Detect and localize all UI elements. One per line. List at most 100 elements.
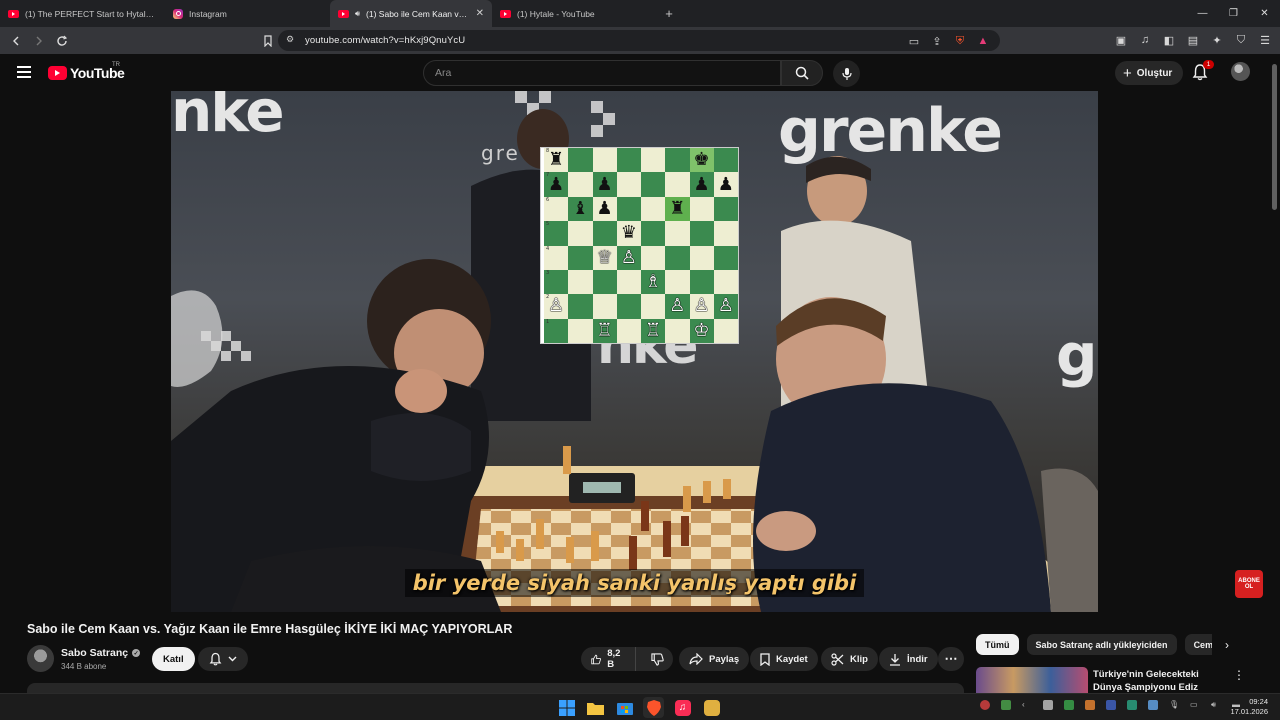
bookmark-icon[interactable] xyxy=(258,31,278,51)
tray-app-icon[interactable] xyxy=(1001,700,1011,710)
black-piece: ♚ xyxy=(693,149,710,171)
subtitle-text: bir yerde siyah sanki yanlış yaptı gibi xyxy=(404,569,865,597)
menu-icon[interactable]: ☰ xyxy=(1258,33,1272,47)
tray-app-icon[interactable] xyxy=(1064,700,1074,710)
tab-instagram[interactable]: Instagram xyxy=(165,0,330,27)
restore-icon[interactable]: ❐ xyxy=(1218,0,1249,27)
recommended-thumbnail[interactable] xyxy=(976,667,1088,693)
back-icon[interactable] xyxy=(6,31,26,51)
board-square-c3 xyxy=(592,269,617,295)
tray-app-icon[interactable] xyxy=(1106,700,1116,710)
chip-related[interactable]: Cem Kaan xyxy=(1184,634,1212,655)
reload-icon[interactable] xyxy=(52,31,72,51)
cast-icon[interactable]: ▭ xyxy=(907,34,921,48)
board-square-c1: ♖ xyxy=(592,318,617,343)
volume-icon[interactable]: 🔊︎ xyxy=(1211,700,1221,710)
create-button[interactable]: + Oluştur xyxy=(1115,61,1184,85)
clip-button[interactable]: Klip xyxy=(821,647,878,671)
sidebar-icon[interactable]: ◧ xyxy=(1162,33,1176,47)
share-page-icon[interactable]: ⇪ xyxy=(930,34,944,48)
download-label: İndir xyxy=(907,653,928,665)
chip-all[interactable]: Tümü xyxy=(976,634,1019,655)
apple-music-icon[interactable]: ♫ xyxy=(672,697,693,718)
forward-icon[interactable] xyxy=(29,31,49,51)
share-label: Paylaş xyxy=(709,653,740,665)
save-button[interactable]: Kaydet xyxy=(750,647,818,671)
site-info-icon[interactable]: ⚙ xyxy=(286,34,294,45)
speaker-icon[interactable]: 🔊︎ xyxy=(355,9,360,19)
browser-tabbar: (1) The PERFECT Start to Hytale - You In… xyxy=(0,0,1280,27)
brave-rewards-icon[interactable]: ▲ xyxy=(976,34,990,48)
board-square-a1: 1 xyxy=(544,318,569,343)
bell-icon xyxy=(209,652,222,666)
tab-sabo-video[interactable]: 🔊︎ (1) Sabo ile Cem Kaan vs. Yağ ✕ xyxy=(330,0,492,27)
tray-app-icon[interactable] xyxy=(1085,700,1095,710)
like-count: 8,2 B xyxy=(607,648,621,670)
scrollbar-thumb[interactable] xyxy=(1272,64,1277,210)
voice-search-button[interactable] xyxy=(833,60,860,87)
file-explorer-icon[interactable] xyxy=(585,697,606,718)
channel-name[interactable]: Sabo Satranç ✓ xyxy=(61,647,141,659)
subscription-notification-button[interactable] xyxy=(198,647,248,671)
description-box[interactable] xyxy=(27,683,964,693)
wallet-card-icon[interactable]: ▤ xyxy=(1186,33,1200,47)
more-horizontal-icon: ⋯ xyxy=(944,651,958,666)
search-button[interactable] xyxy=(781,60,823,86)
tray-app-icon[interactable] xyxy=(1043,700,1053,710)
music-icon[interactable]: ♫ xyxy=(1138,33,1152,47)
minimize-icon[interactable]: — xyxy=(1187,0,1218,27)
leo-ai-icon[interactable]: ✦ xyxy=(1210,33,1224,47)
vpn-icon[interactable]: ⛉ xyxy=(1234,33,1248,47)
tab-hytale[interactable]: (1) Hytale - YouTube xyxy=(492,0,657,27)
plus-icon: + xyxy=(1123,64,1132,82)
chevron-up-icon[interactable]: ‹ xyxy=(1022,700,1032,710)
windows-start-icon[interactable] xyxy=(556,697,577,718)
board-square-f5 xyxy=(665,221,690,246)
new-tab-button[interactable]: + xyxy=(657,6,681,21)
network-icon[interactable]: ▭ xyxy=(1190,700,1200,710)
close-tab-icon[interactable]: ✕ xyxy=(476,8,484,19)
brave-shield-icon[interactable]: ⛨ xyxy=(953,34,967,48)
like-dislike-group: 8,2 B xyxy=(581,647,673,671)
search-box[interactable] xyxy=(423,60,781,86)
join-button[interactable]: Katıl xyxy=(152,647,195,671)
chevron-right-icon[interactable]: › xyxy=(1219,637,1235,653)
video-player[interactable]: nke grenke nke g gre 8 ♜ ♚ 7 ♟ ♟ ♟ ♟ 6 ♝… xyxy=(171,91,1098,612)
black-piece: ♜ xyxy=(548,149,565,171)
tab-title: (1) Sabo ile Cem Kaan vs. Yağ xyxy=(366,8,470,19)
taskbar-clock[interactable]: 09:24 17.01.2026 xyxy=(1224,697,1268,717)
tray-app-icon[interactable] xyxy=(1148,700,1158,710)
scissors-icon xyxy=(831,652,844,666)
wallet-icon[interactable]: ▣ xyxy=(1114,33,1128,47)
chip-from-uploader[interactable]: Sabo Satranç adlı yükleyiciden xyxy=(1026,634,1177,655)
board-square-b5 xyxy=(568,221,593,246)
like-button[interactable]: 8,2 B xyxy=(581,647,636,671)
recommended-title[interactable]: Türkiye'nin Gelecekteki Dünya Şampiyonu … xyxy=(1093,668,1223,693)
tray-app-icon[interactable] xyxy=(1127,700,1137,710)
hamburger-menu-icon[interactable] xyxy=(17,66,31,78)
rank-label: 5 xyxy=(546,221,550,228)
dislike-button[interactable] xyxy=(642,647,673,671)
subscribe-watermark[interactable]: ABONE OL xyxy=(1235,570,1263,598)
share-button[interactable]: Paylaş xyxy=(679,647,750,671)
tab-hytale-start[interactable]: (1) The PERFECT Start to Hytale - You xyxy=(0,0,165,27)
brave-browser-icon[interactable] xyxy=(643,697,664,718)
microsoft-store-icon[interactable] xyxy=(614,697,635,718)
windows-taskbar: ♫ ‹ 🎙︎ ▭ 🔊︎ ▬ 09:24 17.01.2026 xyxy=(0,693,1280,720)
more-vertical-icon[interactable]: ⋮ xyxy=(1233,668,1245,682)
rank-label: 6 xyxy=(546,196,550,203)
close-window-icon[interactable]: ✕ xyxy=(1249,0,1280,27)
chess-board-overlay: 8 ♜ ♚ 7 ♟ ♟ ♟ ♟ 6 ♝ ♟ ♜ 5 ♛ 4 ♕ ♙ 3 ♗ 2 ♙ ♙ ♙ ♙ 1 ♖ ♖ ♔ xyxy=(541,148,738,343)
game-launcher-icon[interactable] xyxy=(701,697,722,718)
more-actions-button[interactable]: ⋯ xyxy=(938,647,964,671)
taskbar-apps: ♫ xyxy=(556,697,722,718)
download-button[interactable]: İndir xyxy=(879,647,938,671)
microphone-icon[interactable]: 🎙︎ xyxy=(1169,700,1179,710)
channel-avatar[interactable] xyxy=(27,645,54,672)
window-controls: — ❐ ✕ xyxy=(1187,0,1280,27)
address-bar[interactable]: ⚙ youtube.com/watch?v=hKxj9QnuYcU ▭ ⇪ ⛨ … xyxy=(278,30,1000,51)
white-piece: ♙ xyxy=(693,295,710,317)
tray-app-icon[interactable] xyxy=(980,700,990,710)
search-input[interactable] xyxy=(435,67,780,79)
account-avatar[interactable] xyxy=(1231,62,1250,81)
